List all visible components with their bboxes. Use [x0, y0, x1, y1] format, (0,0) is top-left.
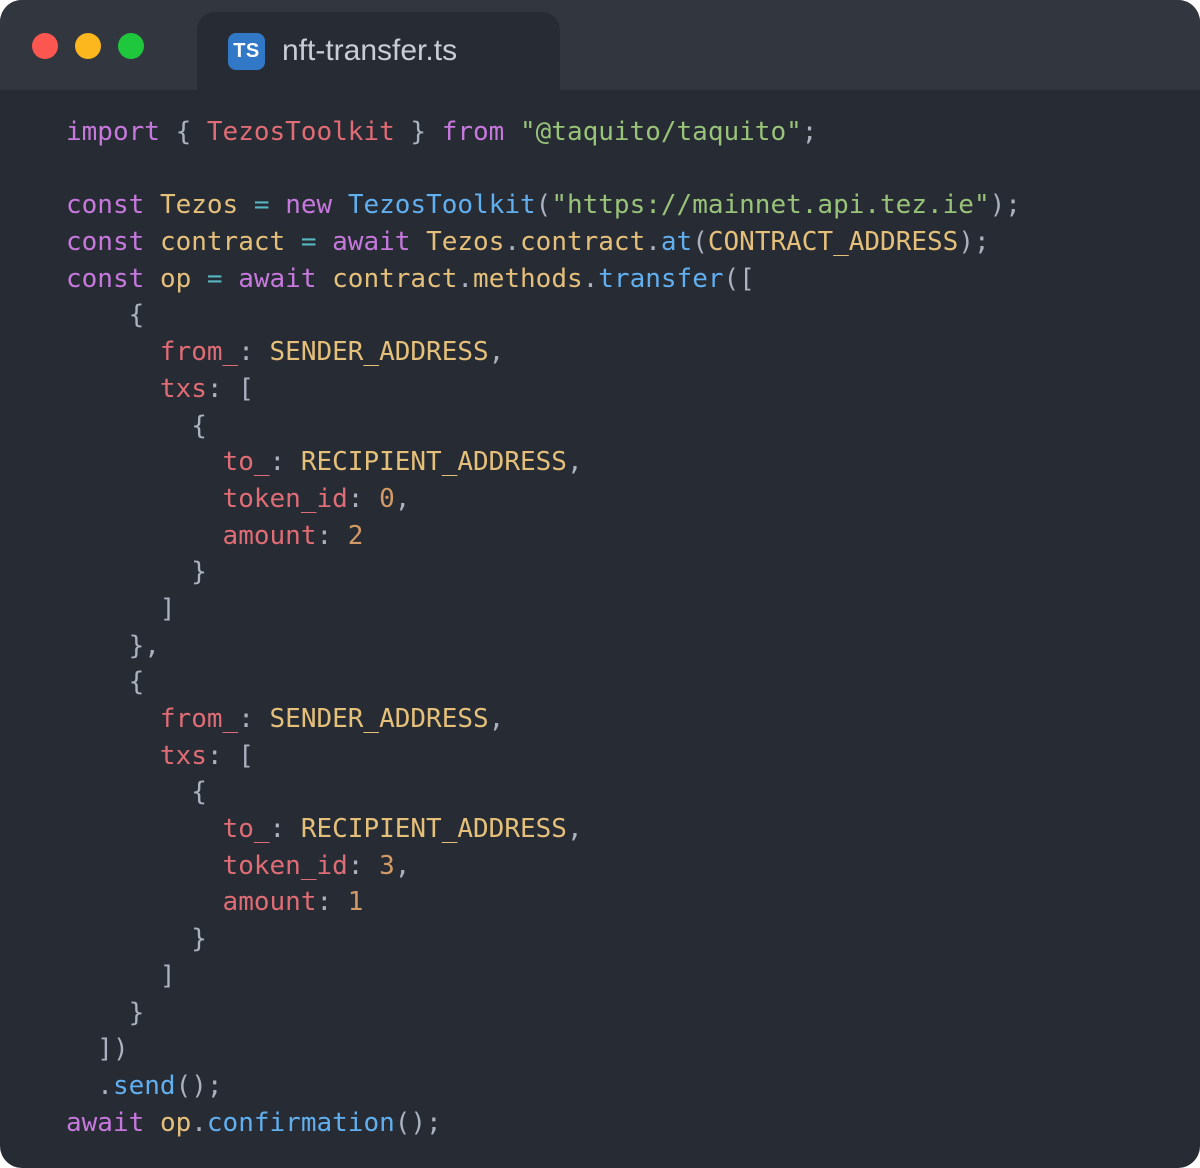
- code-line: amount: 2: [66, 518, 1200, 555]
- code-line: to_: RECIPIENT_ADDRESS,: [66, 444, 1200, 481]
- code-line: {: [66, 408, 1200, 445]
- code-line: from_: SENDER_ADDRESS,: [66, 334, 1200, 371]
- code-line: token_id: 3,: [66, 848, 1200, 885]
- titlebar: TS nft-transfer.ts: [0, 0, 1200, 90]
- code-line: const op = await contract.methods.transf…: [66, 261, 1200, 298]
- code-line: txs: [: [66, 738, 1200, 775]
- code-line: ]: [66, 591, 1200, 628]
- tab-nft-transfer[interactable]: TS nft-transfer.ts: [197, 12, 560, 90]
- code-line: }: [66, 921, 1200, 958]
- code-area[interactable]: import { TezosToolkit } from "@taquito/t…: [0, 90, 1200, 1141]
- code-line: }: [66, 554, 1200, 591]
- minimize-button[interactable]: [75, 33, 101, 59]
- zoom-button[interactable]: [118, 33, 144, 59]
- code-line: token_id: 0,: [66, 481, 1200, 518]
- code-line: const contract = await Tezos.contract.at…: [66, 224, 1200, 261]
- code-line: await op.confirmation();: [66, 1105, 1200, 1142]
- code-editor-window: TS nft-transfer.ts import { TezosToolkit…: [0, 0, 1200, 1168]
- code-line: to_: RECIPIENT_ADDRESS,: [66, 811, 1200, 848]
- code-line: ]: [66, 958, 1200, 995]
- typescript-icon: TS: [228, 33, 265, 70]
- code-line: }: [66, 995, 1200, 1032]
- code-line: from_: SENDER_ADDRESS,: [66, 701, 1200, 738]
- traffic-lights: [32, 33, 144, 59]
- code-line: amount: 1: [66, 884, 1200, 921]
- close-button[interactable]: [32, 33, 58, 59]
- code-line: ]): [66, 1031, 1200, 1068]
- code-line: txs: [: [66, 371, 1200, 408]
- code-line: import { TezosToolkit } from "@taquito/t…: [66, 114, 1200, 151]
- code-line: {: [66, 774, 1200, 811]
- code-line: },: [66, 628, 1200, 665]
- code-line: const Tezos = new TezosToolkit("https://…: [66, 187, 1200, 224]
- code-line: {: [66, 297, 1200, 334]
- code-line: {: [66, 664, 1200, 701]
- tab-filename: nft-transfer.ts: [282, 34, 457, 68]
- code-line: [66, 151, 1200, 188]
- code-line: .send();: [66, 1068, 1200, 1105]
